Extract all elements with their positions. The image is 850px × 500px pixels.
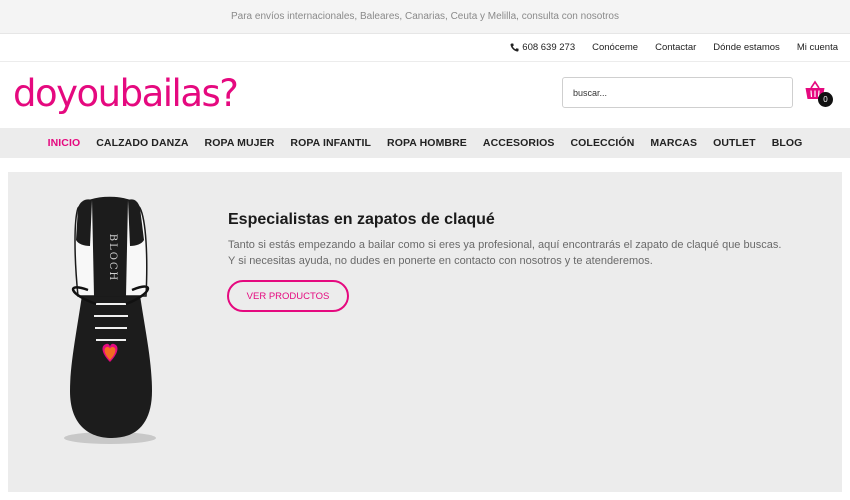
main-nav: INICIO CALZADO DANZA ROPA MUJER ROPA INF…	[0, 128, 850, 158]
nav-item-blog[interactable]: BLOG	[772, 137, 803, 149]
hero-banner: BLOCH Especialistas en zapatos de claqué…	[8, 172, 842, 492]
announcement-text: Para envíos internacionales, Baleares, C…	[231, 11, 619, 22]
nav-item-ropa-infantil[interactable]: ROPA INFANTIL	[290, 137, 371, 149]
nav-item-coleccion[interactable]: COLECCIÓN	[570, 137, 634, 149]
announcement-bar: Para envíos internacionales, Baleares, C…	[0, 0, 850, 34]
hero-description-line-2: Y si necesitas ayuda, no dudes en ponert…	[228, 254, 653, 267]
nav-item-outlet[interactable]: OUTLET	[713, 137, 756, 149]
nav-item-marcas[interactable]: MARCAS	[650, 137, 697, 149]
about-link[interactable]: Conóceme	[592, 42, 638, 53]
nav-item-ropa-mujer[interactable]: ROPA MUJER	[205, 137, 275, 149]
bloch-brand-mark: BLOCH	[107, 234, 118, 283]
nav-item-inicio[interactable]: INICIO	[48, 137, 81, 149]
tap-shoe-image: BLOCH	[64, 196, 156, 444]
view-products-button[interactable]: VER PRODUCTOS	[227, 280, 349, 312]
search-input[interactable]	[562, 77, 793, 108]
header: doyoubailas? 0	[0, 62, 850, 128]
phone-icon	[510, 43, 519, 52]
nav-item-ropa-hombre[interactable]: ROPA HOMBRE	[387, 137, 467, 149]
utility-bar: 608 639 273 Conóceme Contactar Dónde est…	[0, 34, 850, 62]
hero-description-line-1: Tanto si estás empezando a bailar como s…	[228, 239, 782, 251]
nav-item-calzado-danza[interactable]: CALZADO DANZA	[96, 137, 188, 149]
cart-button[interactable]: 0	[804, 80, 834, 110]
cart-count-badge: 0	[818, 92, 833, 107]
phone-number: 608 639 273	[522, 42, 576, 53]
nav-item-accesorios[interactable]: ACCESORIOS	[483, 137, 555, 149]
hero-description: Tanto si estás empezando a bailar como s…	[228, 238, 788, 269]
contact-link[interactable]: Contactar	[655, 42, 696, 53]
hero-title: Especialistas en zapatos de claqué	[228, 211, 495, 228]
stores-link[interactable]: Dónde estamos	[713, 42, 780, 53]
phone-link[interactable]: 608 639 273	[510, 42, 575, 53]
account-link[interactable]: Mi cuenta	[797, 42, 838, 53]
logo[interactable]: doyoubailas?	[13, 72, 239, 116]
